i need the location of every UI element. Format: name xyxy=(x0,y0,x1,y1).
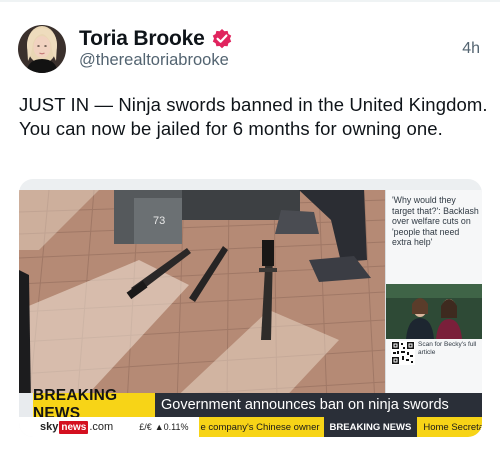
brand-news: news xyxy=(59,420,89,434)
tweet-media[interactable]: 73 'Why would they target that?': Backla… xyxy=(19,179,482,437)
news-side-panel: 'Why would they target that?': Backlash … xyxy=(385,190,482,404)
ticker-item-3: Home Secretary Y xyxy=(417,417,482,437)
user-handle[interactable]: @therealtoriabrooke xyxy=(79,51,229,70)
timestamp[interactable]: 4h xyxy=(462,40,480,58)
ticker-item-1: e company's Chinese owner xyxy=(198,417,324,437)
sky-news-logo: sky news .com xyxy=(19,420,114,434)
tweet-text: JUST IN — Ninja swords banned in the Uni… xyxy=(19,94,488,139)
avatar[interactable] xyxy=(18,25,66,73)
news-ticker: sky news .com £/€ ▲0.11% e company's Chi… xyxy=(19,417,482,437)
lower-third-bar: BREAKING NEWS Government announces ban o… xyxy=(19,387,482,422)
verified-badge-icon xyxy=(211,28,233,50)
currency-pair: £/€ xyxy=(139,422,152,432)
ticker-breaking-news: BREAKING NEWS xyxy=(323,417,418,437)
brand-com: .com xyxy=(89,421,114,433)
author-name-row: Toria Brooke xyxy=(79,27,233,51)
brand-sky: sky xyxy=(40,421,59,433)
qr-code-icon xyxy=(391,341,415,365)
qr-caption: Scan for Becky's full article xyxy=(418,341,477,356)
headline-box: Government announces ban on ninja swords xyxy=(155,393,482,417)
currency-change: ▲0.11% xyxy=(154,422,189,432)
top-divider xyxy=(0,0,500,2)
news-headline: Government announces ban on ninja swords xyxy=(161,397,449,413)
display-name[interactable]: Toria Brooke xyxy=(79,27,205,51)
box-number-label: 73 xyxy=(153,215,165,227)
news-photo: 73 xyxy=(19,190,385,404)
side-panel-photo xyxy=(386,284,482,339)
breaking-news-box: BREAKING NEWS xyxy=(33,387,155,422)
side-panel-quote: 'Why would they target that?': Backlash … xyxy=(392,195,479,248)
